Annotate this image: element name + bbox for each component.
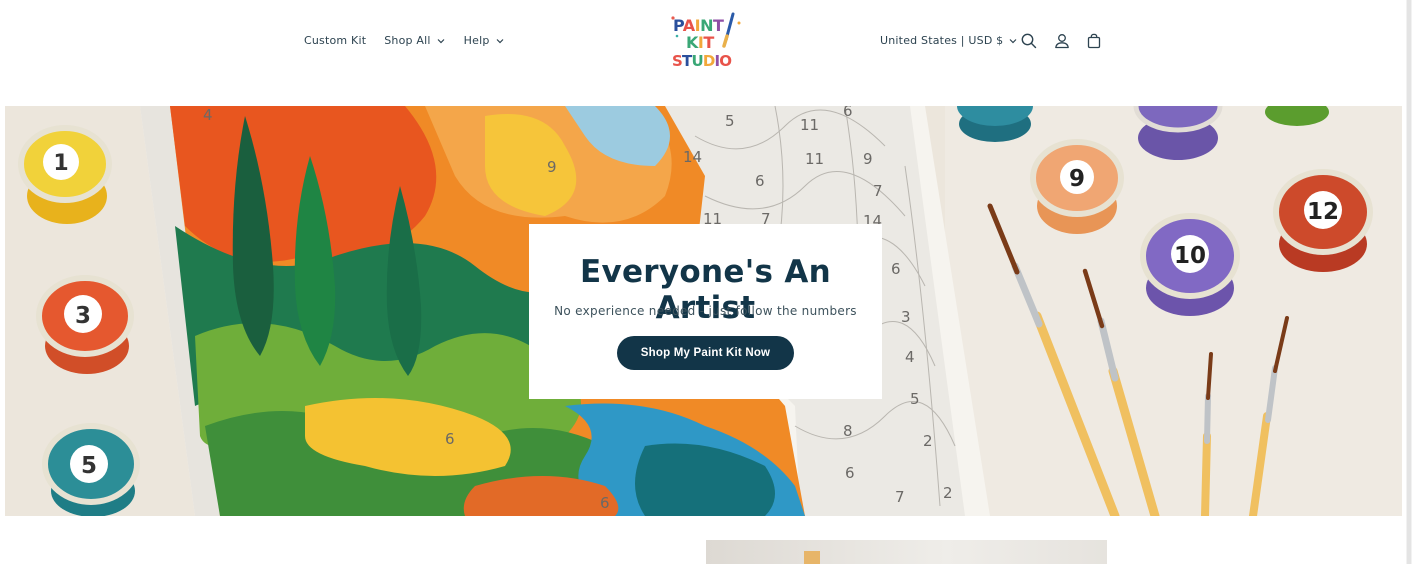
canvas-number: 3 — [901, 308, 911, 326]
canvas-number: 11 — [800, 116, 819, 134]
canvas-number: 2 — [923, 432, 933, 450]
paint-pot-number: 9 — [1069, 166, 1085, 192]
canvas-number: 6 — [891, 260, 901, 278]
paint-pot-number: 5 — [81, 453, 97, 479]
canvas-number: 6 — [843, 106, 853, 120]
hero-card: Everyone's An Artist No experience neede… — [529, 224, 882, 399]
canvas-number: 4 — [203, 106, 213, 124]
canvas-number: 5 — [910, 390, 920, 408]
chevron-down-icon — [1008, 36, 1018, 46]
chevron-down-icon — [436, 36, 446, 46]
paint-pot-number: 10 — [1174, 243, 1206, 269]
site-logo[interactable]: PAINT KIT STUDIO — [669, 10, 743, 72]
locale-label: United States | USD $ — [880, 34, 1004, 47]
paint-pot-number: 1 — [53, 151, 68, 176]
canvas-number: 9 — [863, 150, 873, 168]
canvas-number: 7 — [895, 488, 905, 506]
nav-custom-kit-label: Custom Kit — [304, 34, 367, 47]
nav-custom-kit[interactable]: Custom Kit — [304, 34, 366, 47]
featured-image-partial — [706, 540, 1107, 564]
canvas-number: 4 — [905, 348, 915, 366]
paint-pot-number: 3 — [75, 303, 91, 329]
site-header: Custom Kit Shop All Help PAINT KIT STUDI… — [0, 0, 1412, 90]
page-scrollbar[interactable] — [1406, 0, 1412, 564]
canvas-number: 5 — [725, 112, 735, 130]
canvas-number: 6 — [845, 464, 855, 482]
canvas-number: 6 — [600, 494, 610, 512]
canvas-number: 11 — [805, 150, 824, 168]
cart-icon[interactable] — [1085, 32, 1103, 50]
canvas-number: 6 — [445, 430, 455, 448]
chevron-down-icon — [495, 36, 505, 46]
main-nav: Custom Kit Shop All Help — [304, 34, 505, 47]
nav-shop-all[interactable]: Shop All — [384, 34, 445, 47]
canvas-number: 6 — [755, 172, 765, 190]
canvas-number: 7 — [873, 182, 883, 200]
nav-help[interactable]: Help — [464, 34, 505, 47]
hero-banner: 4 5 11 6 14 6 11 9 9 7 11 7 14 6 3 4 5 8… — [5, 106, 1402, 516]
canvas-number: 2 — [943, 484, 953, 502]
country-currency-selector[interactable]: United States | USD $ — [880, 34, 1018, 47]
canvas-number: 9 — [547, 158, 557, 176]
canvas-number: 8 — [843, 422, 853, 440]
featured-image-accent — [804, 551, 820, 564]
nav-help-label: Help — [463, 34, 490, 47]
paint-pot-number: 12 — [1307, 199, 1339, 225]
nav-shop-all-label: Shop All — [384, 34, 431, 47]
search-icon[interactable] — [1020, 32, 1038, 50]
shop-paint-kit-button[interactable]: Shop My Paint Kit Now — [617, 336, 794, 370]
svg-text:KIT: KIT — [686, 33, 714, 52]
scrollbar-thumb[interactable] — [1407, 0, 1411, 564]
account-icon[interactable] — [1053, 32, 1071, 50]
svg-text:STUDIO: STUDIO — [672, 52, 731, 70]
hero-subtitle: No experience needed - just follow the n… — [554, 304, 857, 318]
canvas-number: 14 — [683, 148, 702, 166]
